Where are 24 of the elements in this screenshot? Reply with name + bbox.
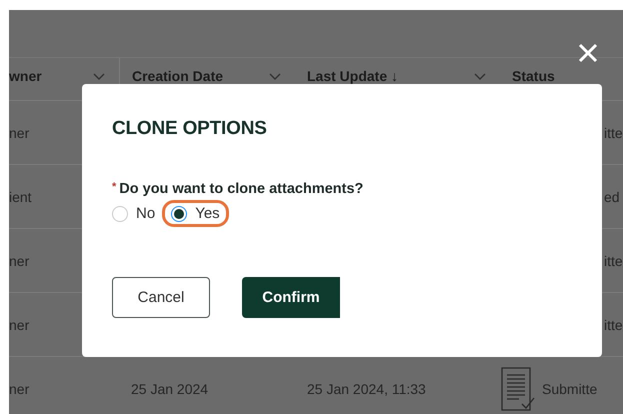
table-cell: itte [604, 124, 623, 140]
chevron-down-icon[interactable] [474, 73, 486, 81]
table-cell: itte [604, 316, 623, 332]
table-cell: Submitte [542, 380, 598, 396]
table-cell: ner [9, 252, 30, 268]
table-cell: itte [604, 252, 623, 268]
cancel-button[interactable]: Cancel [112, 277, 210, 318]
table-cell: ient [9, 188, 32, 204]
dialog-title: CLONE OPTIONS [112, 118, 268, 140]
question-label: Do you want to clone attachments? [119, 181, 364, 197]
option-label[interactable]: No [136, 205, 156, 222]
table-cell: ner [9, 380, 30, 396]
chevron-down-icon[interactable] [269, 73, 281, 81]
table-cell: ed [604, 188, 620, 204]
chevron-down-icon[interactable] [93, 73, 105, 81]
radio-button[interactable] [112, 206, 128, 222]
close-icon[interactable] [577, 42, 599, 64]
confirm-button[interactable]: Confirm [242, 277, 340, 318]
table-cell: ner [9, 316, 30, 332]
radio-button[interactable] [171, 206, 188, 222]
table-cell: 25 Jan 2024 [131, 380, 208, 396]
required-mark: * [112, 181, 116, 193]
table-cell: ner [9, 124, 30, 140]
table-cell: 25 Jan 2024, 11:33 [307, 380, 426, 396]
